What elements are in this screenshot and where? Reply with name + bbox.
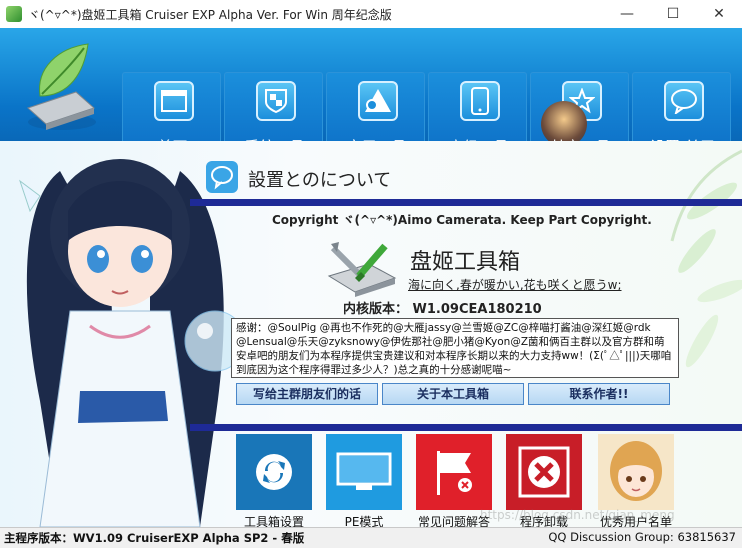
chat-icon — [664, 81, 704, 121]
about-toolbox-button[interactable]: 关于本工具箱 — [382, 383, 524, 405]
phone-icon — [460, 81, 500, 121]
app-logo-icon — [27, 43, 96, 130]
title-bar: ヾ(^▿^*)盘姬工具箱 Cruiser EXP Alpha Ver. For … — [0, 0, 742, 29]
divider — [190, 424, 742, 431]
main-version: 主程序版本：WV1.09 CruiserEXP Alpha SP2 - 春版 — [4, 530, 304, 546]
program-slogan-link[interactable]: 海に向く,春が暖かい,花も咲くと愿うw; — [408, 276, 622, 293]
window-title: ヾ(^▿^*)盘姬工具箱 Cruiser EXP Alpha Ver. For … — [28, 8, 392, 22]
copyright-text: Copyright ヾ(^▿^*)Aimo Camerata. Keep Par… — [272, 213, 652, 227]
anime-girl-icon — [598, 434, 674, 510]
tile-pe-mode[interactable]: PE模式 — [326, 434, 402, 529]
flag-icon — [416, 434, 492, 510]
monitor-icon — [326, 434, 402, 510]
tile-uninstall[interactable]: 程序卸载 — [506, 434, 582, 529]
thanks-textbox[interactable]: 感谢：@SoulPig @再也不作死的@大雁jassy@兰雪姬@ZC@梓喵打酱油… — [231, 318, 679, 378]
kernel-value: W1.09CEA180210 — [412, 302, 542, 317]
section-title: 設置とのについて — [248, 170, 392, 191]
watermark: https://blog.csdn.net/qian_meng — [480, 508, 675, 522]
maximize-button[interactable]: ☐ — [650, 0, 696, 28]
tile-faq[interactable]: 常见问题解答 — [416, 434, 492, 529]
main-version-label: 主程序版本： — [4, 531, 73, 545]
qq-group: QQ Discussion Group: 63815637 — [548, 530, 736, 544]
divider — [190, 199, 742, 206]
close-button[interactable]: ✕ — [696, 0, 742, 28]
program-name: 盘姬工具箱 — [410, 250, 521, 275]
main-version-value: WV1.09 CruiserEXP Alpha SP2 - 春版 — [73, 531, 305, 545]
shield-icon — [256, 81, 296, 121]
kernel-label: 内核版本： — [343, 302, 409, 317]
uninstall-icon — [506, 434, 582, 510]
sync-icon — [236, 434, 312, 510]
status-bar: 主程序版本：WV1.09 CruiserEXP Alpha SP2 - 春版 Q… — [0, 527, 742, 548]
write-to-friends-button[interactable]: 写给主群朋友们的话 — [236, 383, 378, 405]
home-icon — [154, 81, 194, 121]
shapes-icon — [358, 81, 398, 121]
minimize-button[interactable]: — — [604, 0, 650, 28]
tile-excellent-users[interactable]: 优秀用户名单 — [598, 434, 674, 529]
kernel-version: 内核版本： W1.09CEA180210 — [343, 298, 542, 317]
program-icon — [327, 242, 397, 297]
about-section-icon — [206, 161, 238, 193]
tile-toolbox-settings[interactable]: 工具箱设置 — [236, 434, 312, 529]
contact-author-button[interactable]: 联系作者!! — [528, 383, 670, 405]
app-icon — [6, 6, 22, 22]
top-nav-bar: 首页 系统工具 实用工具 高级工具 其它工具 设置/关于 — [0, 28, 742, 164]
